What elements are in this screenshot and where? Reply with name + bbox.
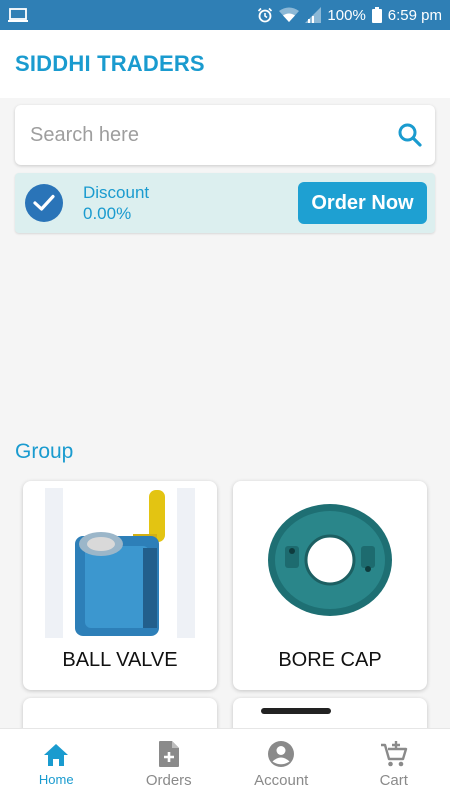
account-icon <box>268 741 295 767</box>
group-card-bore-cap[interactable]: BORE CAP <box>233 481 427 690</box>
group-card-label: BALL VALVE <box>62 649 178 671</box>
bottom-nav: Home Orders Account Cart <box>0 728 450 800</box>
cart-icon <box>380 741 407 767</box>
nav-cart[interactable]: Cart <box>338 729 450 800</box>
discount-banner: Discount 0.00% Order Now <box>15 173 435 233</box>
status-bar: 100% 6:59 pm <box>0 0 450 30</box>
signal-icon <box>305 7 322 23</box>
search-icon[interactable] <box>397 122 423 148</box>
home-icon <box>44 744 69 766</box>
clock-time: 6:59 pm <box>387 6 442 24</box>
alarm-icon <box>258 7 273 23</box>
group-card-label: BORE CAP <box>278 649 382 671</box>
battery-percent: 100% <box>327 6 366 24</box>
nav-home-label: Home <box>38 772 74 787</box>
check-circle-icon <box>25 184 63 222</box>
orders-icon <box>158 741 179 767</box>
ball-valve-image <box>45 488 195 638</box>
nav-orders-label: Orders <box>145 772 192 789</box>
order-now-button[interactable]: Order Now <box>298 182 427 224</box>
status-right: 100% 6:59 pm <box>257 7 442 24</box>
discount-value: 0.00% <box>83 204 132 223</box>
discount-label: Discount <box>83 183 150 202</box>
nav-account[interactable]: Account <box>225 729 338 800</box>
nav-orders[interactable]: Orders <box>113 729 226 800</box>
app-bar: SIDDHI TRADERS <box>0 30 450 98</box>
group-heading: Group <box>15 440 74 463</box>
nav-account-label: Account <box>254 772 309 789</box>
peek-image <box>261 708 331 714</box>
bore-cap-image <box>255 488 405 638</box>
battery-icon <box>371 7 382 23</box>
wifi-icon <box>279 7 300 22</box>
app-title: SIDDHI TRADERS <box>15 51 205 76</box>
group-card-ball-valve[interactable]: BALL VALVE <box>23 481 217 690</box>
screen-mirror-icon <box>8 8 28 22</box>
nav-home[interactable]: Home <box>0 729 113 800</box>
discount-info: Discount 0.00% <box>83 182 149 224</box>
nav-cart-label: Cart <box>379 772 408 789</box>
status-left <box>8 7 28 23</box>
search-bar[interactable] <box>15 105 435 165</box>
search-input[interactable] <box>30 123 397 147</box>
